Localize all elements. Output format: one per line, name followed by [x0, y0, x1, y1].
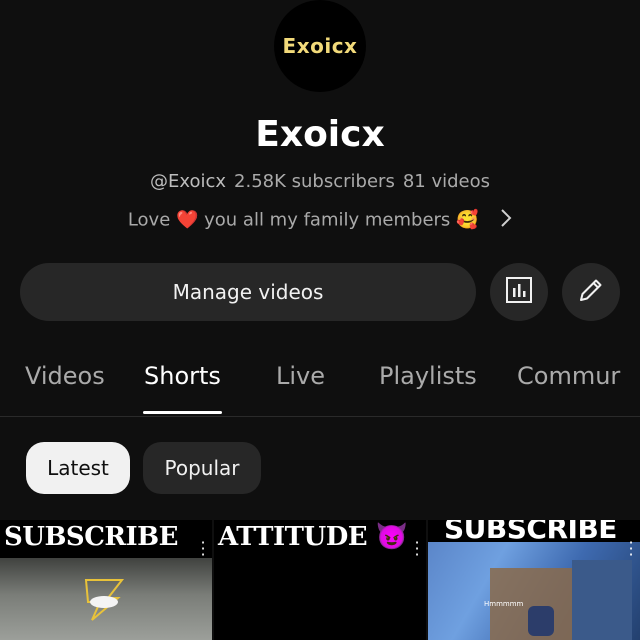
analytics-button[interactable] [490, 263, 548, 321]
lightning-logo-icon [84, 579, 125, 621]
more-options-icon[interactable]: · · · [414, 535, 420, 563]
tab-shorts[interactable]: Shorts [144, 362, 221, 390]
filter-chip-latest[interactable]: Latest [26, 442, 130, 494]
short-thumbnail[interactable]: Hmmmmm SUBSCRIBE · · · [428, 520, 640, 640]
tab-videos[interactable]: Videos [25, 362, 105, 390]
thumbnail-wall [572, 560, 632, 640]
short-thumbnail[interactable]: SUBSCRIBE · · · [0, 520, 212, 640]
description-text: Love ❤️ you all my family members 🥰 [127, 209, 479, 231]
thumbnail-caption: ATTITUDE 😈 [218, 522, 408, 552]
more-options-icon[interactable]: · · · [628, 535, 634, 563]
channel-meta: @Exoicx 2.58K subscribers 81 videos [0, 171, 640, 192]
channel-handle: @Exoicx [150, 171, 227, 192]
chevron-right-icon[interactable] [500, 208, 512, 233]
channel-name: Exoicx [255, 114, 385, 155]
channel-tabs: Videos Shorts Live Playlists Commur [0, 352, 640, 417]
edit-channel-button[interactable] [562, 263, 620, 321]
avatar-text: Exoicx [282, 34, 358, 58]
filter-chip-popular[interactable]: Popular [143, 442, 261, 494]
channel-description[interactable]: Love ❤️ you all my family members 🥰 [0, 208, 640, 233]
thumbnail-caption: SUBSCRIBE [444, 520, 617, 545]
thumbnail-caption: SUBSCRIBE [4, 522, 178, 552]
video-count: 81 videos [402, 171, 490, 192]
tab-community[interactable]: Commur [517, 362, 620, 390]
player-name-tag: Hmmmmm [484, 600, 524, 608]
thumbnail-character [528, 606, 554, 636]
tab-live[interactable]: Live [276, 362, 325, 390]
short-thumbnail[interactable]: ATTITUDE 😈 · · · [214, 520, 426, 640]
active-tab-indicator [143, 411, 222, 414]
analytics-icon [504, 275, 534, 309]
more-options-icon[interactable]: · · · [200, 535, 206, 563]
subscriber-count: 2.58K subscribers [234, 171, 395, 192]
tab-playlists[interactable]: Playlists [379, 362, 477, 390]
manage-videos-button[interactable]: Manage videos [20, 263, 476, 321]
channel-avatar[interactable]: Exoicx [274, 0, 366, 92]
edit-pencil-icon [576, 275, 606, 309]
